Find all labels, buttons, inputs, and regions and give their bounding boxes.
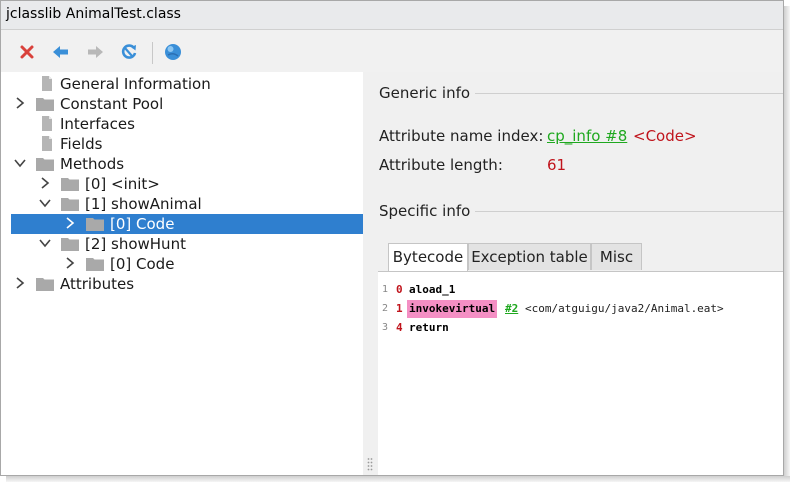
specific-info-title: Specific info (379, 202, 471, 220)
tree-item-interfaces[interactable]: Interfaces (11, 114, 363, 134)
reload-button[interactable] (117, 40, 141, 64)
tab-bytecode[interactable]: Bytecode (388, 243, 468, 272)
tree-item-label: [0] Code (110, 215, 175, 233)
file-icon (42, 136, 52, 151)
folder-icon (36, 278, 54, 291)
attribute-length-value: 61 (547, 156, 567, 174)
folder-icon (61, 238, 79, 251)
tree-item-label: Fields (60, 135, 103, 153)
file-icon (42, 76, 52, 91)
window-title: jclasslib AnimalTest.class (6, 6, 181, 22)
arrow-right-icon (88, 46, 103, 58)
tree-item-fields[interactable]: Fields (11, 134, 363, 154)
line-number: 2 (382, 303, 389, 314)
bytecode-view[interactable]: 1 0 aload_1 2 1 invokevirtual #2 <com/at… (378, 271, 783, 475)
tree-item-label: General Information (60, 75, 211, 93)
chevron-right-icon[interactable] (63, 216, 77, 230)
constant-pool-ref-link[interactable]: #2 (505, 300, 518, 318)
tree-item-label: [0] <init> (85, 175, 160, 193)
split-pane-divider[interactable] (363, 72, 378, 475)
splitter-grip-icon[interactable] (367, 457, 373, 471)
structure-tree: General Information Constant Pool Interf… (1, 72, 363, 475)
bytecode-opcode: invokevirtual (407, 300, 498, 318)
line-number: 3 (382, 322, 389, 333)
title-bar: jclasslib AnimalTest.class (1, 1, 783, 30)
bytecode-opcode: return (409, 321, 449, 334)
bytecode-offset: 0 (396, 283, 403, 296)
folder-icon (36, 158, 54, 171)
toolbar (1, 30, 783, 72)
tree-item-method-showhunt[interactable]: [2] showHunt (11, 234, 363, 254)
chevron-down-icon[interactable] (13, 156, 27, 170)
forward-button[interactable] (83, 40, 107, 64)
folder-icon (61, 198, 79, 211)
close-button[interactable] (15, 40, 39, 64)
chevron-down-icon[interactable] (38, 196, 52, 210)
chevron-down-icon[interactable] (38, 236, 52, 250)
web-button[interactable] (161, 40, 185, 64)
tree-item-label: [1] showAnimal (85, 195, 202, 213)
tree-item-label: [0] Code (110, 255, 175, 273)
folder-icon (86, 258, 104, 271)
tree-item-label: Methods (60, 155, 125, 173)
arrow-left-icon (53, 46, 68, 58)
tree-item-method-init[interactable]: [0] <init> (11, 174, 363, 194)
folder-icon (86, 218, 104, 231)
attribute-length-label: Attribute length: (379, 156, 503, 174)
back-button[interactable] (49, 40, 73, 64)
bytecode-opcode: aload_1 (409, 283, 456, 296)
tree-item-methods[interactable]: Methods (11, 154, 363, 174)
specific-info-divider (475, 211, 783, 212)
attribute-name-index-label: Attribute name index: (379, 127, 544, 145)
app-window: jclasslib AnimalTest.class General Infor… (0, 0, 784, 476)
tree-item-label: [2] showHunt (85, 235, 186, 253)
bytecode-offset: 4 (396, 321, 403, 334)
tree-item-constant-pool[interactable]: Constant Pool (11, 94, 363, 114)
tree-item-showhunt-code[interactable]: [0] Code (11, 254, 363, 274)
line-number: 1 (382, 284, 389, 295)
chevron-right-icon[interactable] (13, 276, 27, 290)
close-x-icon (20, 45, 34, 59)
folder-icon (61, 178, 79, 191)
tree-item-general-information[interactable]: General Information (11, 74, 363, 94)
folder-icon (36, 98, 54, 111)
tab-label: Bytecode (392, 248, 464, 266)
tree-item-method-showanimal[interactable]: [1] showAnimal (11, 194, 363, 214)
chevron-right-icon[interactable] (13, 96, 27, 110)
generic-info-divider (475, 93, 783, 94)
toolbar-separator (152, 42, 153, 64)
chevron-right-icon[interactable] (38, 176, 52, 190)
generic-info-title: Generic info (379, 84, 471, 102)
tree-item-label: Interfaces (60, 115, 135, 133)
bytecode-offset: 1 (396, 302, 403, 315)
reload-icon (121, 44, 137, 59)
attribute-name-value: <Code> (633, 127, 697, 145)
tab-label: Exception table (471, 248, 588, 266)
tab-label: Misc (599, 248, 634, 266)
tree-item-label: Attributes (60, 275, 135, 293)
chevron-right-icon[interactable] (63, 256, 77, 270)
globe-icon (165, 44, 181, 60)
bytecode-comment: <com/atguigu/java2/Animal.eat> (525, 302, 724, 315)
file-icon (42, 116, 52, 131)
cp-info-link[interactable]: cp_info #8 (547, 127, 627, 145)
tree-item-showanimal-code[interactable]: [0] Code (11, 214, 363, 234)
tab-exception-table[interactable]: Exception table (468, 243, 591, 270)
tab-misc[interactable]: Misc (591, 243, 642, 270)
tree-item-attributes[interactable]: Attributes (11, 274, 363, 294)
tree-item-label: Constant Pool (60, 95, 164, 113)
